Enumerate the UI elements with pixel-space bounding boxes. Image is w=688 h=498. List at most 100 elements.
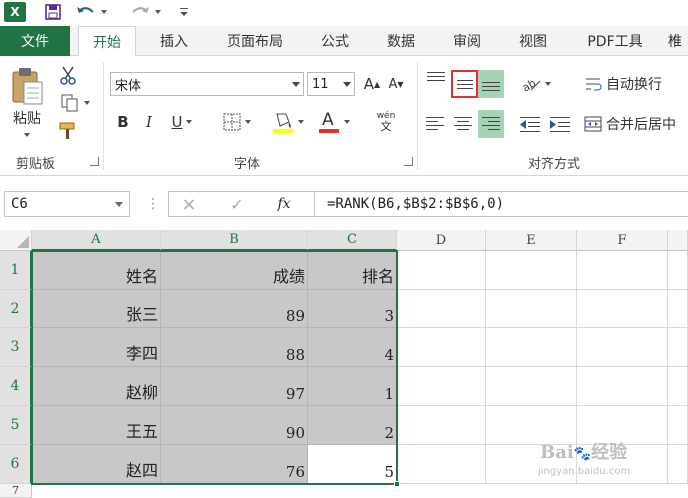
align-center-icon[interactable] [451, 112, 475, 136]
font-launcher-icon[interactable] [404, 157, 413, 166]
fill-color-button[interactable] [268, 108, 308, 136]
row-header-1[interactable]: 1 [0, 251, 32, 290]
column-header-e[interactable]: E [486, 230, 577, 251]
tab-page-layout[interactable]: 页面布局 [212, 26, 298, 56]
formula-input[interactable]: =RANK(B6,$B$2:$B$6,0) [314, 191, 688, 217]
cell-a2[interactable]: 张三 [32, 290, 161, 328]
copy-icon[interactable] [56, 92, 94, 114]
grow-font-button[interactable]: A ▲ [362, 72, 382, 96]
clipboard-launcher-icon[interactable] [90, 157, 99, 166]
formula-bar-grip-icon[interactable]: ⋮ [146, 196, 160, 212]
cell-g2[interactable] [668, 290, 688, 328]
tab-data[interactable]: 数据 [372, 26, 430, 56]
cell-a6[interactable]: 赵四 [32, 445, 161, 484]
merge-center-button[interactable]: 合并后居中 [584, 112, 688, 136]
row-header-7[interactable]: 7 [0, 484, 32, 498]
redo-icon[interactable] [128, 0, 162, 24]
cell-a5[interactable]: 王五 [32, 406, 161, 445]
align-left-icon[interactable] [424, 112, 448, 136]
column-header-d[interactable]: D [397, 230, 486, 251]
align-top-icon[interactable] [424, 68, 448, 92]
increase-indent-icon[interactable] [548, 112, 572, 136]
cell-a4[interactable]: 赵柳 [32, 367, 161, 406]
shrink-font-button[interactable]: A ▼ [386, 72, 406, 96]
align-bottom-icon[interactable] [478, 70, 504, 98]
cell-g6[interactable] [668, 445, 688, 484]
paste-dropdown-caret-icon[interactable] [20, 130, 34, 140]
align-middle-icon[interactable] [451, 70, 478, 98]
font-color-button[interactable]: A [314, 108, 354, 136]
cell-g5[interactable] [668, 406, 688, 445]
fill-handle[interactable] [394, 481, 400, 487]
cancel-icon[interactable]: × [177, 194, 201, 215]
paste-icon[interactable] [8, 64, 46, 108]
format-painter-icon[interactable] [56, 120, 80, 142]
column-header-f[interactable]: F [577, 230, 668, 251]
tab-pdf-tools[interactable]: PDF工具 [572, 26, 658, 56]
cell-e3[interactable] [486, 328, 577, 367]
cell-c1[interactable]: 排名 [308, 251, 397, 290]
decrease-indent-icon[interactable] [518, 112, 542, 136]
cut-icon[interactable] [56, 64, 80, 86]
paste-button[interactable]: 粘贴 [8, 108, 46, 128]
cell-b1[interactable]: 成绩 [161, 251, 308, 290]
cell-c5[interactable]: 2 [308, 406, 397, 445]
font-size-select[interactable]: 11 [307, 72, 355, 96]
cell-f2[interactable] [577, 290, 668, 328]
tab-file[interactable]: 文件 [0, 26, 70, 56]
bold-button[interactable]: B [112, 110, 134, 134]
tab-view[interactable]: 视图 [504, 26, 562, 56]
cell-d2[interactable] [397, 290, 486, 328]
cell-a3[interactable]: 李四 [32, 328, 161, 367]
cell-b6[interactable]: 76 [161, 445, 308, 484]
customize-toolbar-icon[interactable] [176, 0, 192, 24]
tab-formulas[interactable]: 公式 [306, 26, 364, 56]
phonetic-guide-button[interactable]: wén 文 [366, 108, 406, 136]
cell-b4[interactable]: 97 [161, 367, 308, 406]
row-header-4[interactable]: 4 [0, 367, 32, 406]
cell-e4[interactable] [486, 367, 577, 406]
wrap-text-button[interactable]: 自动换行 [584, 72, 688, 96]
italic-button[interactable]: I [138, 110, 160, 134]
select-all-corner[interactable] [0, 230, 32, 251]
align-right-icon[interactable] [478, 110, 504, 138]
cell-g1[interactable] [668, 251, 688, 290]
orientation-button[interactable]: ab [518, 72, 554, 96]
cell-c2[interactable]: 3 [308, 290, 397, 328]
column-header-a[interactable]: A [32, 230, 161, 251]
cell-d4[interactable] [397, 367, 486, 406]
save-icon[interactable] [40, 0, 66, 24]
cell-b3[interactable]: 88 [161, 328, 308, 367]
tab-home[interactable]: 开始 [78, 26, 136, 57]
font-name-select[interactable]: 宋体 [110, 72, 304, 96]
cell-d1[interactable] [397, 251, 486, 290]
insert-function-icon[interactable]: fx [269, 194, 299, 214]
cell-a1[interactable]: 姓名 [32, 251, 161, 290]
cell-b2[interactable]: 89 [161, 290, 308, 328]
undo-icon[interactable] [74, 0, 108, 24]
cell-g4[interactable] [668, 367, 688, 406]
cell-e1[interactable] [486, 251, 577, 290]
cell-f4[interactable] [577, 367, 668, 406]
row-header-6[interactable]: 6 [0, 445, 32, 484]
row-header-2[interactable]: 2 [0, 290, 32, 328]
cell-g3[interactable] [668, 328, 688, 367]
underline-button[interactable]: U [164, 110, 200, 134]
cell-e2[interactable] [486, 290, 577, 328]
enter-icon[interactable]: ✓ [225, 194, 249, 214]
tab-review[interactable]: 审阅 [438, 26, 496, 56]
cell-d6[interactable] [397, 445, 486, 484]
tab-insert[interactable]: 插入 [146, 26, 202, 56]
cell-d3[interactable] [397, 328, 486, 367]
borders-button[interactable] [218, 110, 256, 134]
cell-f3[interactable] [577, 328, 668, 367]
cell-d5[interactable] [397, 406, 486, 445]
cell-b5[interactable]: 90 [161, 406, 308, 445]
cell-c6-active[interactable]: 5 [308, 445, 397, 484]
column-header-g[interactable] [668, 230, 688, 251]
name-box[interactable]: C6 [4, 191, 130, 217]
tab-more[interactable]: 椎 [668, 26, 688, 56]
column-header-b[interactable]: B [161, 230, 308, 251]
cell-f1[interactable] [577, 251, 668, 290]
row-header-5[interactable]: 5 [0, 406, 32, 445]
